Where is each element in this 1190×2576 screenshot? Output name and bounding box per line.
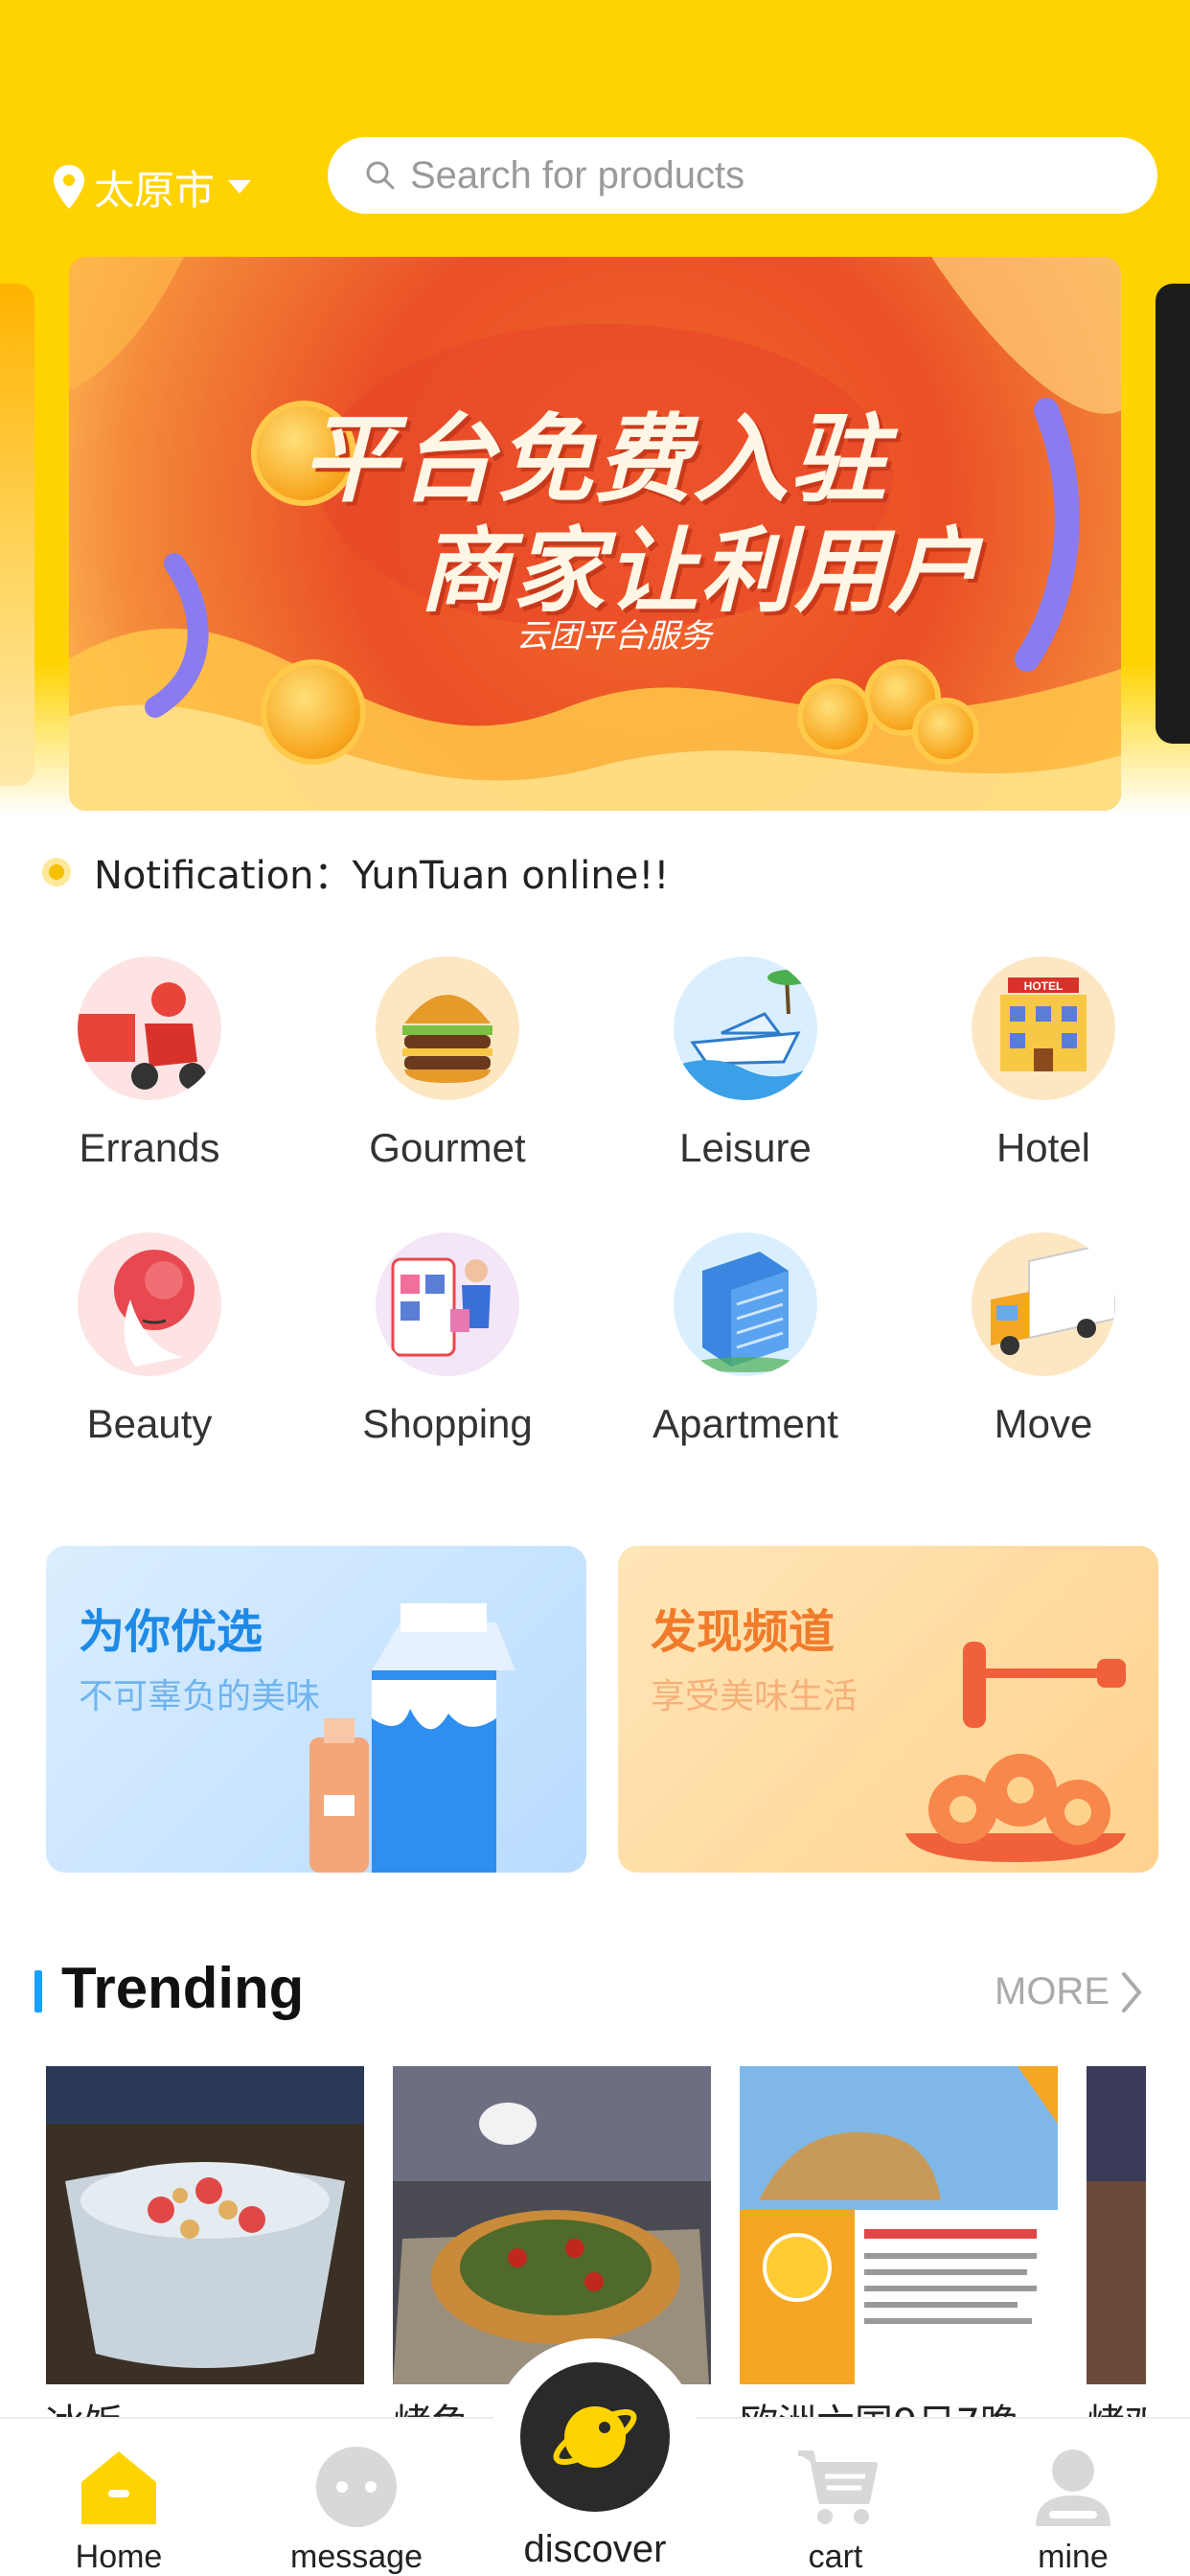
notification-bar[interactable]: Notification：YunTuan online!! <box>42 843 669 901</box>
planet-icon <box>553 2406 637 2468</box>
location-pin-icon <box>54 165 84 209</box>
category-label: Beauty <box>86 1401 213 1446</box>
grilled-fish-photo <box>393 2066 711 2384</box>
tab-label: cart <box>808 2539 863 2575</box>
search-icon <box>366 161 395 190</box>
category-label: Errands <box>79 1125 220 1170</box>
tab-cart[interactable]: cart <box>740 2444 931 2576</box>
chevron-right-icon <box>1122 1971 1142 2012</box>
coin-decoration <box>261 659 366 765</box>
category-errands[interactable]: Errands <box>34 956 264 1171</box>
shopping-icon <box>376 1232 519 1376</box>
coin-decoration <box>912 698 979 765</box>
trending-title: Trending <box>61 1956 305 2020</box>
trending-card[interactable] <box>393 2066 711 2384</box>
dessert-photo <box>46 2066 364 2384</box>
burger-icon <box>376 956 519 1100</box>
europe-tour-poster <box>740 2066 1058 2384</box>
promo-title: 发现频道 <box>651 1605 835 1659</box>
category-move[interactable]: Move <box>928 1232 1158 1447</box>
apartment-icon <box>674 1232 817 1376</box>
promo-card-curated[interactable]: 为你优选 不可辜负的美味 <box>46 1546 586 1873</box>
tab-home[interactable]: Home <box>23 2444 215 2576</box>
beauty-icon <box>78 1232 221 1376</box>
category-hotel[interactable]: HOTEL Hotel <box>928 956 1158 1171</box>
tab-label: mine <box>1038 2539 1109 2575</box>
errands-icon <box>78 956 221 1100</box>
message-icon <box>316 2447 397 2527</box>
tab-label: message <box>290 2539 423 2575</box>
category-shopping[interactable]: Shopping <box>332 1232 562 1447</box>
city-selector[interactable]: 太原市 <box>52 153 253 220</box>
category-label: Apartment <box>652 1401 838 1446</box>
tab-message[interactable]: message <box>261 2444 452 2576</box>
category-label: Move <box>994 1401 1093 1446</box>
city-label: 太原市 <box>94 166 216 214</box>
promo-banner[interactable]: 平台免费入驻 商家让利用户 云团平台服务 <box>69 257 1121 811</box>
chevron-down-icon <box>228 180 252 194</box>
tab-discover[interactable] <box>520 2362 670 2512</box>
truck-icon <box>972 1232 1115 1376</box>
category-leisure[interactable]: Leisure <box>630 956 860 1171</box>
tab-label: Home <box>75 2539 163 2575</box>
notification-dot-icon <box>42 858 71 886</box>
discover-label: discover <box>523 2528 667 2570</box>
trending-card[interactable] <box>740 2066 1058 2384</box>
coin-decoration <box>797 678 874 755</box>
category-label: Gourmet <box>369 1125 526 1170</box>
section-accent-bar <box>34 1970 42 2012</box>
grilled-chicken-photo <box>1087 2066 1146 2384</box>
carousel-next-slide[interactable] <box>1156 284 1190 744</box>
category-gourmet[interactable]: Gourmet <box>332 956 562 1171</box>
carousel-prev-slide[interactable] <box>0 284 34 786</box>
more-label: MORE <box>995 1970 1110 2012</box>
category-label: Hotel <box>995 1125 1091 1170</box>
cart-icon <box>798 2450 878 2524</box>
search-placeholder: Search for products <box>410 153 745 196</box>
category-label: Shopping <box>362 1401 533 1446</box>
category-apartment[interactable]: Apartment <box>630 1232 860 1447</box>
svg-text:HOTEL: HOTEL <box>1024 979 1064 993</box>
trending-card[interactable] <box>46 2066 364 2384</box>
promo-card-discover[interactable]: 发现频道 享受美味生活 <box>618 1546 1158 1873</box>
category-beauty[interactable]: Beauty <box>34 1232 264 1447</box>
promo-subtitle: 享受美味生活 <box>651 1677 858 1716</box>
category-label: Leisure <box>679 1125 812 1170</box>
hotel-icon: HOTEL <box>972 956 1115 1100</box>
tab-mine[interactable]: mine <box>977 2444 1169 2576</box>
yacht-icon <box>674 956 817 1100</box>
promo-subtitle: 不可辜负的美味 <box>79 1677 321 1716</box>
more-link[interactable]: MORE <box>995 1970 1142 2013</box>
home-icon <box>81 2451 156 2524</box>
promo-title: 为你优选 <box>79 1605 263 1659</box>
search-bar[interactable]: Search for products <box>328 137 1157 214</box>
trending-card[interactable] <box>1087 2066 1146 2384</box>
user-icon <box>1036 2450 1110 2526</box>
notification-text: Notification：YunTuan online!! <box>94 854 670 898</box>
banner-subtitle: 云团平台服务 <box>516 617 712 656</box>
